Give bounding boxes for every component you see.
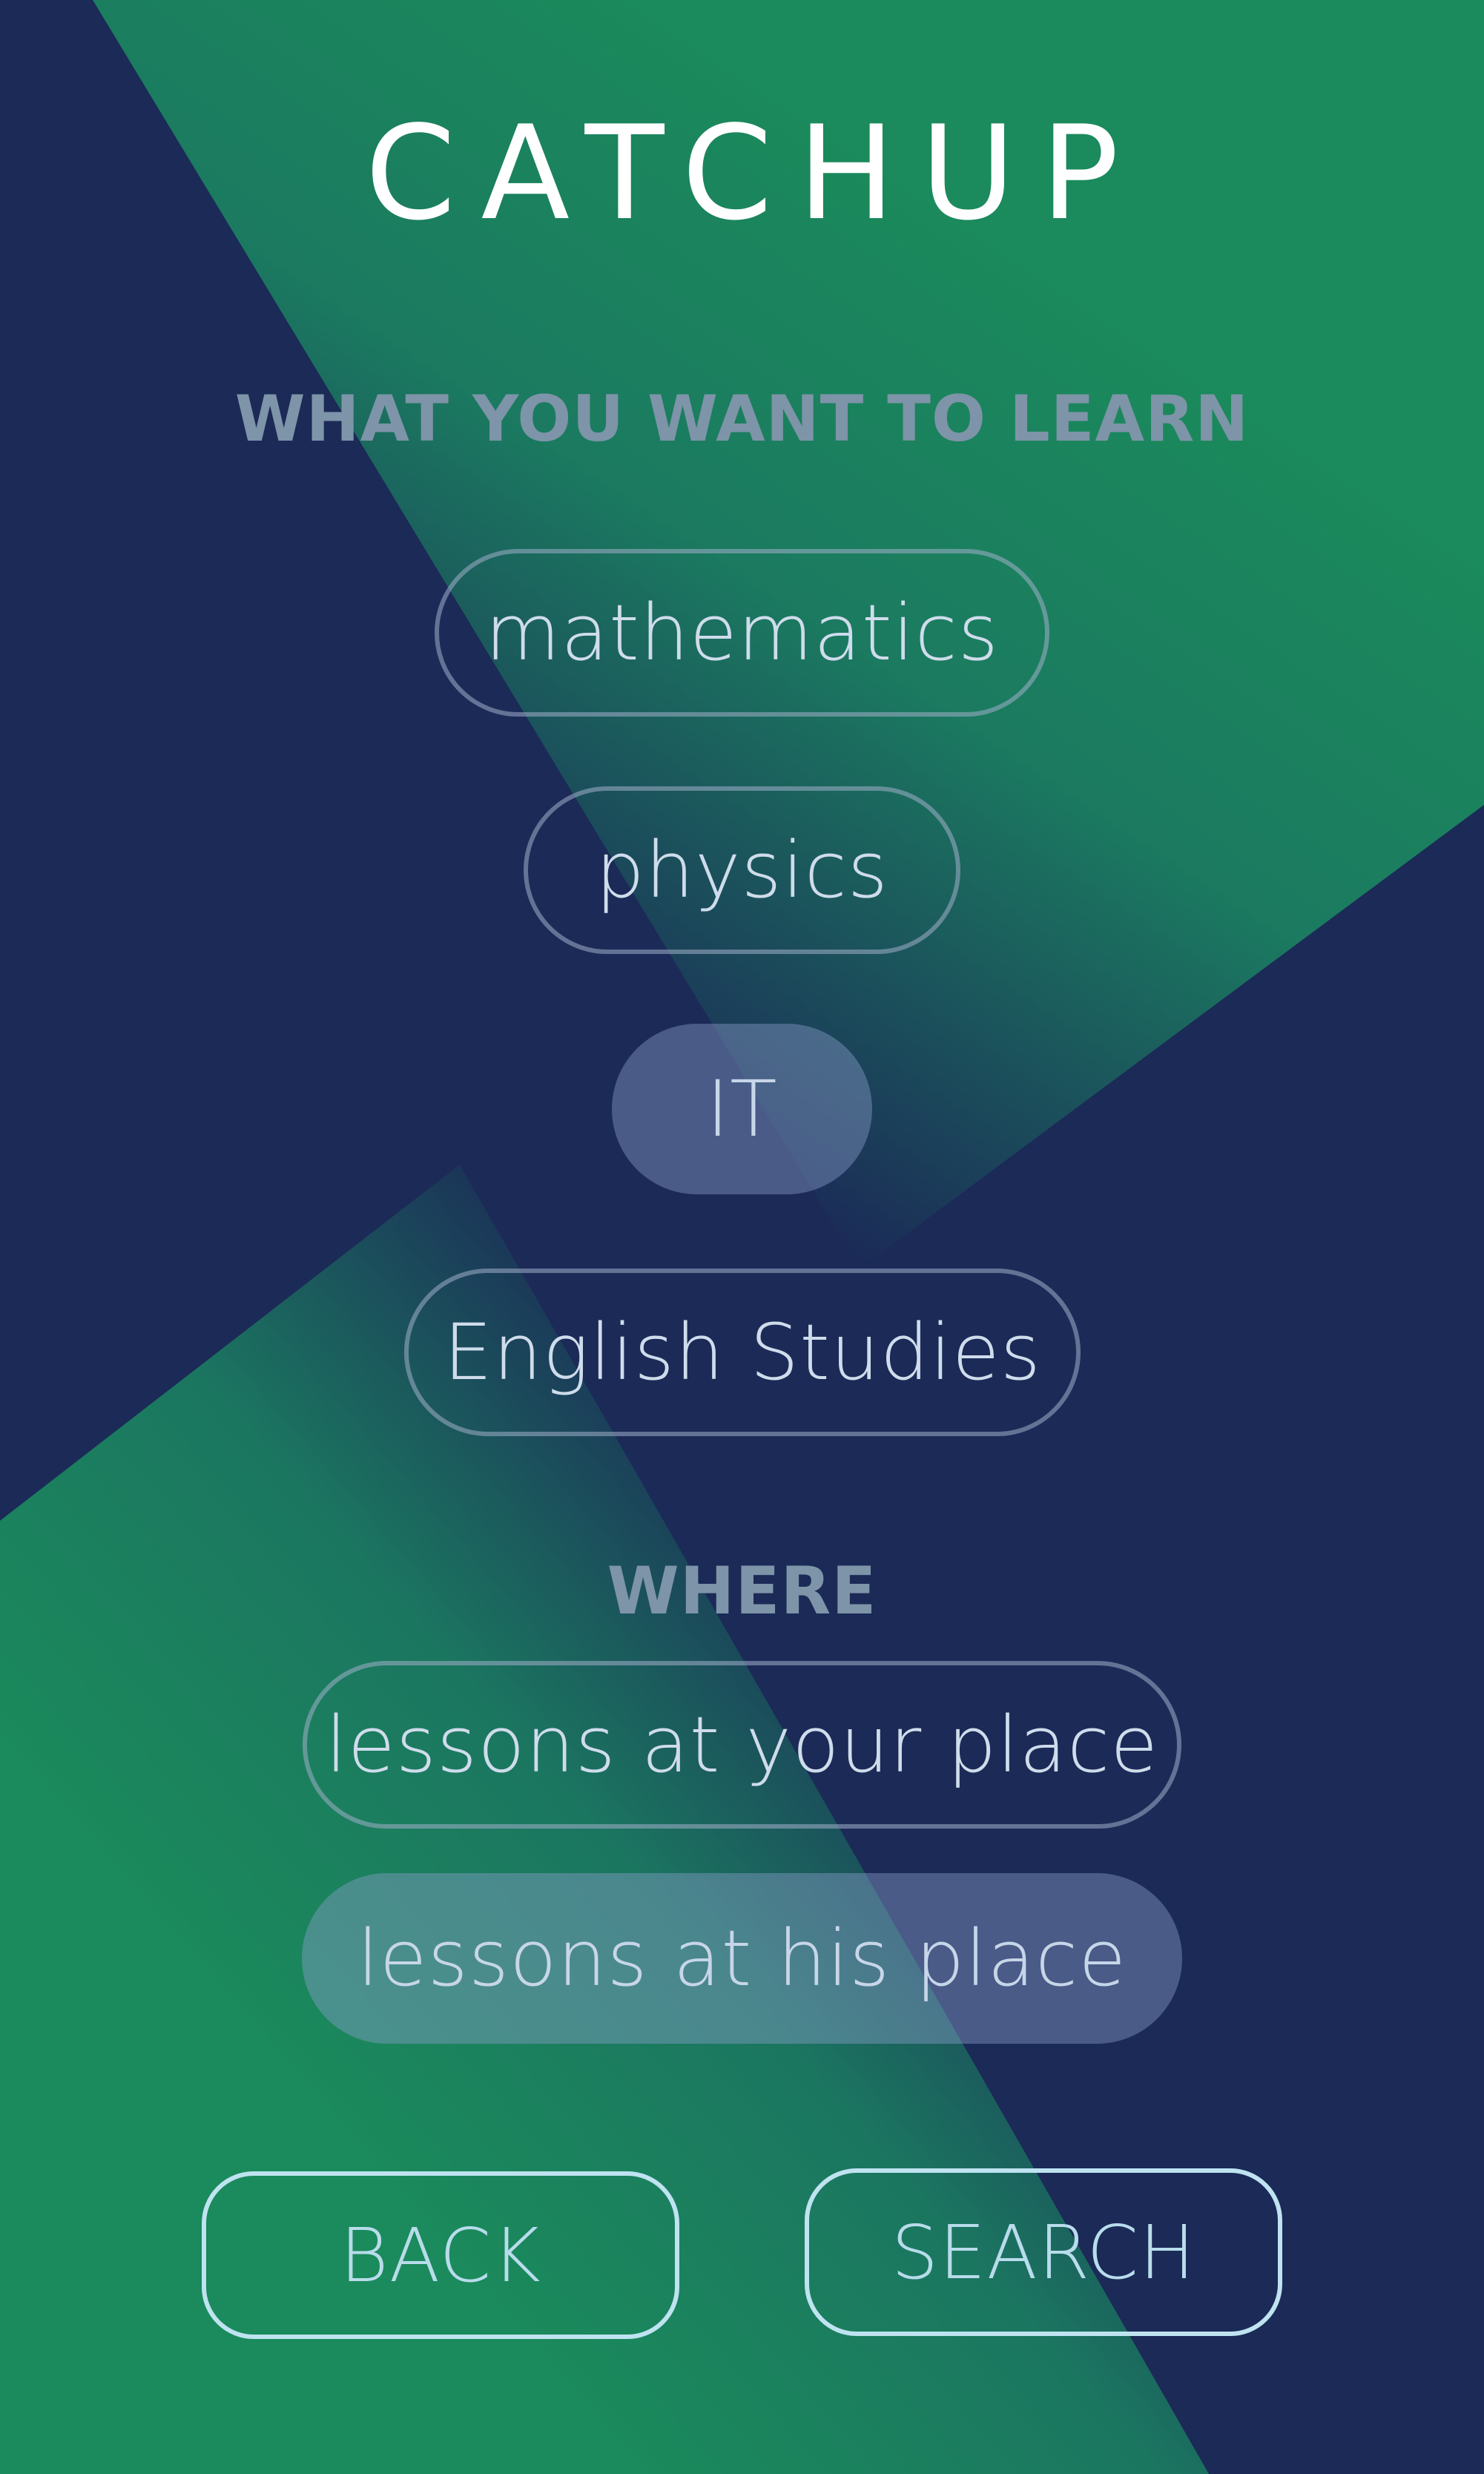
location-option-his-place[interactable]: lessons at his place [302,1873,1182,2044]
back-button[interactable]: BACK [202,2171,679,2339]
app-logo: CATCHUP [365,99,1144,249]
search-button[interactable]: SEARCH [805,2168,1282,2336]
learn-section-title: WHAT YOU WANT TO LEARN [234,382,1250,456]
subject-option-mathematics[interactable]: mathematics [435,549,1049,717]
subject-option-physics[interactable]: physics [524,786,960,954]
location-option-your-place[interactable]: lessons at your place [303,1661,1181,1829]
search-screen: CATCHUP WHAT YOU WANT TO LEARN mathemati… [0,0,1484,2474]
subject-option-english-studies[interactable]: English Studies [404,1269,1081,1436]
subject-option-it[interactable]: IT [612,1024,872,1194]
where-section-title: WHERE [607,1553,877,1629]
